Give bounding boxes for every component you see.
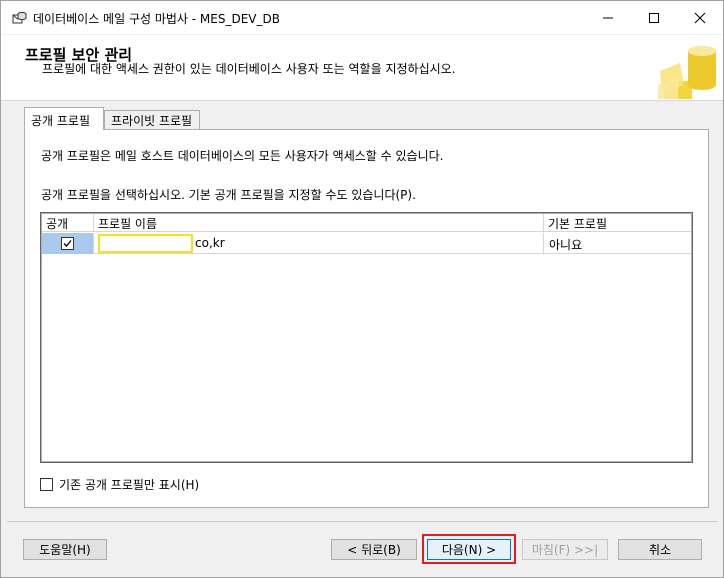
maximize-button[interactable] [631, 1, 677, 34]
public-profiles-panel: 공개 프로필은 메일 호스트 데이터베이스의 모든 사용자가 액세스할 수 있습… [24, 129, 709, 508]
help-button[interactable]: 도움말(H) [23, 539, 107, 560]
checkmark-icon [63, 240, 72, 247]
grid-header-row: 공개 프로필 이름 기본 프로필 [42, 214, 691, 232]
page-description: 프로필에 대한 액세스 권한이 있는 데이터베이스 사용자 또는 역할을 지정하… [42, 62, 456, 76]
wizard-header: 프로필 보안 관리 프로필에 대한 액세스 권한이 있는 데이터베이스 사용자 … [1, 35, 723, 101]
minimize-icon [603, 17, 613, 18]
next-button[interactable]: 다음(N) > [427, 539, 511, 560]
maximize-icon [649, 12, 659, 23]
finish-button[interactable]: 마침(F) >>| [522, 539, 608, 560]
existing-only-checkbox[interactable] [40, 477, 53, 491]
public-cell[interactable] [42, 233, 94, 254]
tab-public-profiles[interactable]: 공개 프로필 [24, 107, 104, 130]
column-header-public[interactable]: 공개 [42, 214, 94, 232]
profiles-grid-body: 공개 프로필 이름 기본 프로필 co,kr 아니요 [41, 213, 692, 462]
profile-name-cell[interactable]: co,kr [94, 233, 544, 254]
profile-name-suffix: co,kr [195, 236, 225, 250]
database-logo-icon [658, 46, 716, 99]
close-button[interactable] [677, 1, 723, 34]
existing-only-label: 기존 공개 프로필만 표시(H) [59, 477, 200, 492]
profile-name-redacted [98, 234, 193, 253]
public-checkbox[interactable] [61, 237, 74, 250]
existing-only-option[interactable]: 기존 공개 프로필만 표시(H) [40, 476, 199, 492]
default-profile-value: 아니요 [549, 238, 583, 252]
table-row[interactable]: co,kr 아니요 [42, 233, 691, 254]
default-profile-cell[interactable]: 아니요 [544, 233, 691, 254]
cancel-button[interactable]: 취소 [618, 539, 702, 560]
database-mail-icon [12, 11, 27, 24]
panel-description: 공개 프로필은 메일 호스트 데이터베이스의 모든 사용자가 액세스할 수 있습… [41, 149, 444, 163]
minimize-button[interactable] [585, 1, 631, 34]
panel-instruction: 공개 프로필을 선택하십시오. 기본 공개 프로필을 지정할 수도 있습니다(P… [41, 188, 416, 202]
back-button[interactable]: < 뒤로(B) [331, 539, 417, 560]
column-header-profile-name[interactable]: 프로필 이름 [94, 214, 544, 232]
window-title: 데이터베이스 메일 구성 마법사 - MES_DEV_DB [33, 12, 280, 26]
wizard-window: 데이터베이스 메일 구성 마법사 - MES_DEV_DB 프로필 보안 관리 … [0, 0, 724, 578]
column-header-default-profile[interactable]: 기본 프로필 [544, 214, 691, 232]
footer-separator [7, 521, 717, 522]
profiles-grid[interactable]: 공개 프로필 이름 기본 프로필 co,kr 아니요 [40, 212, 693, 463]
title-bar: 데이터베이스 메일 구성 마법사 - MES_DEV_DB [1, 1, 723, 34]
close-icon [694, 12, 706, 23]
tab-private-profiles[interactable]: 프라이빗 프로필 [104, 110, 200, 129]
